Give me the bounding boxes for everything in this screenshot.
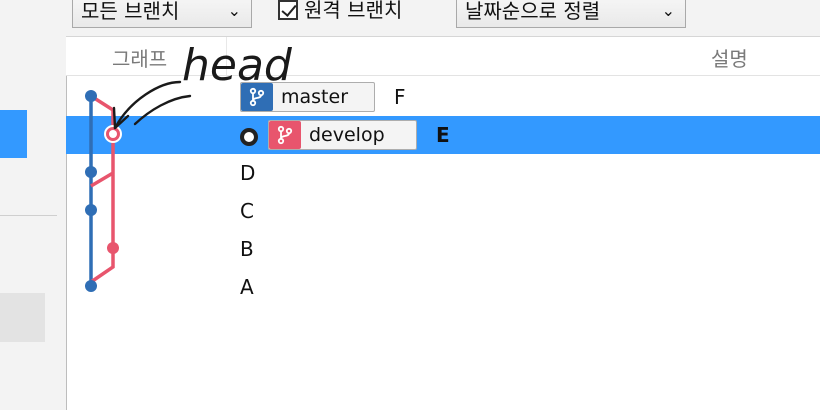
head-annotation: head: [112, 40, 293, 130]
annotation-stroke: [133, 94, 192, 126]
annotation-text: head: [182, 40, 293, 91]
annotation-arrow: [113, 80, 182, 130]
